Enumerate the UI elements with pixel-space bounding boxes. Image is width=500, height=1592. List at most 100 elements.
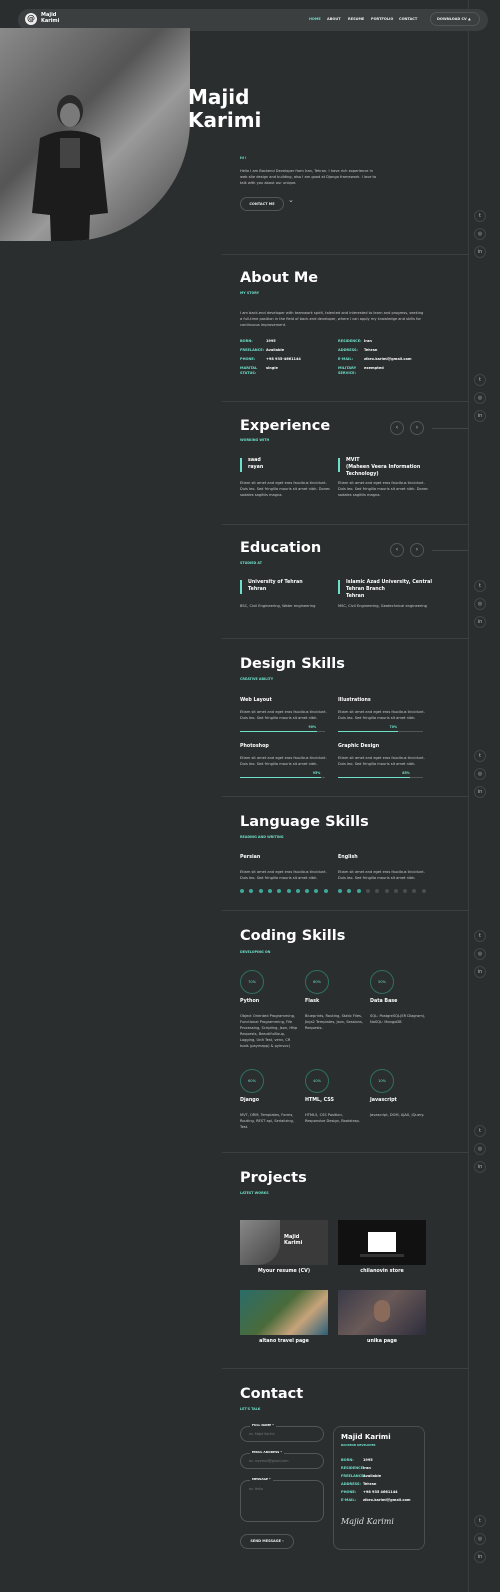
twitter-icon[interactable]: t	[474, 580, 486, 592]
contact-me-button[interactable]: CONTACT ME	[240, 197, 284, 211]
coding-skill-text: SQL: PostgreSQL(ER Diagram), NoSQL: Mong…	[370, 1014, 426, 1024]
nav-home[interactable]: HOME	[309, 17, 321, 21]
section-divider	[222, 638, 468, 639]
twitter-icon[interactable]: t	[474, 210, 486, 222]
project-thumbnail[interactable]	[240, 1290, 328, 1335]
twitter-icon[interactable]: t	[474, 374, 486, 386]
experience-item-title: MVIT (Maheen Veera Information Technolog…	[346, 458, 421, 477]
project-title[interactable]: unika page	[338, 1338, 426, 1345]
about-info-value: Tehran	[364, 348, 378, 352]
chevron-down-icon[interactable]: ⌄	[288, 196, 294, 204]
project-title[interactable]: altano travel page	[240, 1338, 328, 1345]
card-info-value: Available	[363, 1474, 382, 1478]
project-thumbnail[interactable]: Majid Karimi	[240, 1220, 328, 1265]
skill-percent: 95%	[312, 771, 321, 775]
education-marker	[240, 580, 242, 594]
experience-title: Experience	[240, 418, 331, 434]
github-icon[interactable]: ◎	[474, 768, 486, 780]
coding-skills-subtitle: DEVELOPING ON	[240, 950, 271, 954]
next-arrow-icon[interactable]: ›	[410, 543, 424, 557]
hero-greeting: Hi !	[240, 156, 247, 160]
coding-skill-text: Javascript, DOM, AJAX, JQuery.	[370, 1113, 425, 1117]
signature: Majid Karimi	[341, 1517, 394, 1526]
nav-contact[interactable]: CONTACT	[399, 17, 417, 21]
linkedin-icon[interactable]: in	[474, 246, 486, 258]
email-field[interactable]: ex. myemail@gmail.com	[240, 1453, 324, 1469]
linkedin-icon[interactable]: in	[474, 1551, 486, 1563]
about-info-value: Available	[266, 348, 285, 352]
linkedin-icon[interactable]: in	[474, 410, 486, 422]
about-info-label: E-MAIL:	[338, 357, 353, 361]
education-item-title: University of Tehran Tehran	[248, 580, 303, 592]
project-title[interactable]: Myour resume (CV)	[240, 1268, 328, 1275]
linkedin-icon[interactable]: in	[474, 1161, 486, 1173]
brand-name[interactable]: Majid Karimi	[41, 12, 71, 24]
twitter-icon[interactable]: t	[474, 930, 486, 942]
card-name: Majid Karimi	[341, 1433, 391, 1441]
section-divider	[222, 1368, 468, 1369]
next-arrow-icon[interactable]: ›	[410, 421, 424, 435]
message-label: MESSAGE *	[250, 1477, 273, 1481]
level-dot	[403, 889, 408, 893]
skill-bar-fill	[338, 731, 398, 732]
section-divider	[222, 254, 468, 255]
nav-resume[interactable]: RESUME	[348, 17, 364, 21]
linkedin-icon[interactable]: in	[474, 616, 486, 628]
skill-progress-ring: 70%	[240, 970, 264, 994]
github-icon[interactable]: ◎	[474, 948, 486, 960]
linkedin-icon[interactable]: in	[474, 786, 486, 798]
projects-title: Projects	[240, 1170, 307, 1186]
about-info-value: +98 935-4661144	[266, 357, 301, 361]
design-skill-name: Illustrations	[338, 698, 371, 703]
download-cv-button[interactable]: DOWNLOAD CV ▲	[430, 12, 480, 26]
twitter-icon[interactable]: t	[474, 750, 486, 762]
arrow-line	[432, 550, 468, 551]
right-rail-divider	[468, 0, 469, 1592]
github-icon[interactable]: ◎	[474, 598, 486, 610]
twitter-icon[interactable]: t	[474, 1125, 486, 1137]
contact-title: Contact	[240, 1386, 304, 1402]
github-icon[interactable]: ◎	[474, 392, 486, 404]
design-skill-text: Etiam sit amet and eget eros faucibus ti…	[338, 756, 425, 766]
full-name-field[interactable]: ex. Majid Karimi	[240, 1426, 324, 1442]
github-icon[interactable]: ◎	[474, 1533, 486, 1545]
section-divider	[222, 1152, 468, 1153]
skill-progress-ring: 60%	[305, 970, 329, 994]
design-skill-text: Etiam sit amet and eget eros faucibus ti…	[338, 710, 425, 720]
about-info-value: zibro.karimi@gmail.com	[364, 357, 412, 361]
projects-subtitle: LATEST WORKS	[240, 1191, 269, 1195]
project-title[interactable]: chilanovin store	[338, 1268, 426, 1275]
project-thumbnail[interactable]	[338, 1290, 426, 1335]
about-info-value: Iran	[364, 339, 372, 343]
experience-marker	[240, 458, 242, 472]
level-dot	[384, 889, 389, 893]
nav-about[interactable]: ABOUT	[327, 17, 341, 21]
hero-first-name: Majid	[188, 85, 250, 109]
prev-arrow-icon[interactable]: ‹	[390, 543, 404, 557]
prev-arrow-icon[interactable]: ‹	[390, 421, 404, 435]
coding-skills-title: Coding Skills	[240, 928, 346, 944]
twitter-icon[interactable]: t	[474, 1515, 486, 1527]
language-skills-subtitle: READING AND WRITING	[240, 835, 284, 839]
contact-subtitle: LET'S TALK	[240, 1407, 261, 1411]
logo-icon[interactable]: @	[25, 13, 37, 25]
about-info-label: BORN:	[240, 339, 253, 343]
level-dot	[347, 889, 352, 893]
nav-portfolio[interactable]: PORTFOLIO	[371, 17, 393, 21]
coding-skill-text: Blueprints, Routing, Static Files, Jinja…	[305, 1014, 363, 1030]
design-skills-title: Design Skills	[240, 656, 345, 672]
coding-skill-text: HTML5, CSS Position, Responsive Design, …	[305, 1113, 360, 1123]
language-text: Etiam sit amet and eget eros faucibus ti…	[338, 870, 425, 880]
level-dot	[295, 889, 300, 893]
github-icon[interactable]: ◎	[474, 228, 486, 240]
card-info-label: E-MAIL:	[341, 1498, 356, 1502]
hero-last-name: Karimi	[188, 108, 262, 132]
project-thumbnail[interactable]	[338, 1220, 426, 1265]
github-icon[interactable]: ◎	[474, 1143, 486, 1155]
experience-item-text: Etiam sit amet and eget eros faucibus ti…	[240, 481, 331, 497]
linkedin-icon[interactable]: in	[474, 966, 486, 978]
send-message-button[interactable]: SEND MESSAGE ›	[240, 1534, 294, 1549]
about-title: About Me	[240, 270, 319, 286]
message-field[interactable]: ex. Hello	[240, 1480, 324, 1522]
about-text: I am back-end developer with teamwork sp…	[240, 311, 424, 327]
